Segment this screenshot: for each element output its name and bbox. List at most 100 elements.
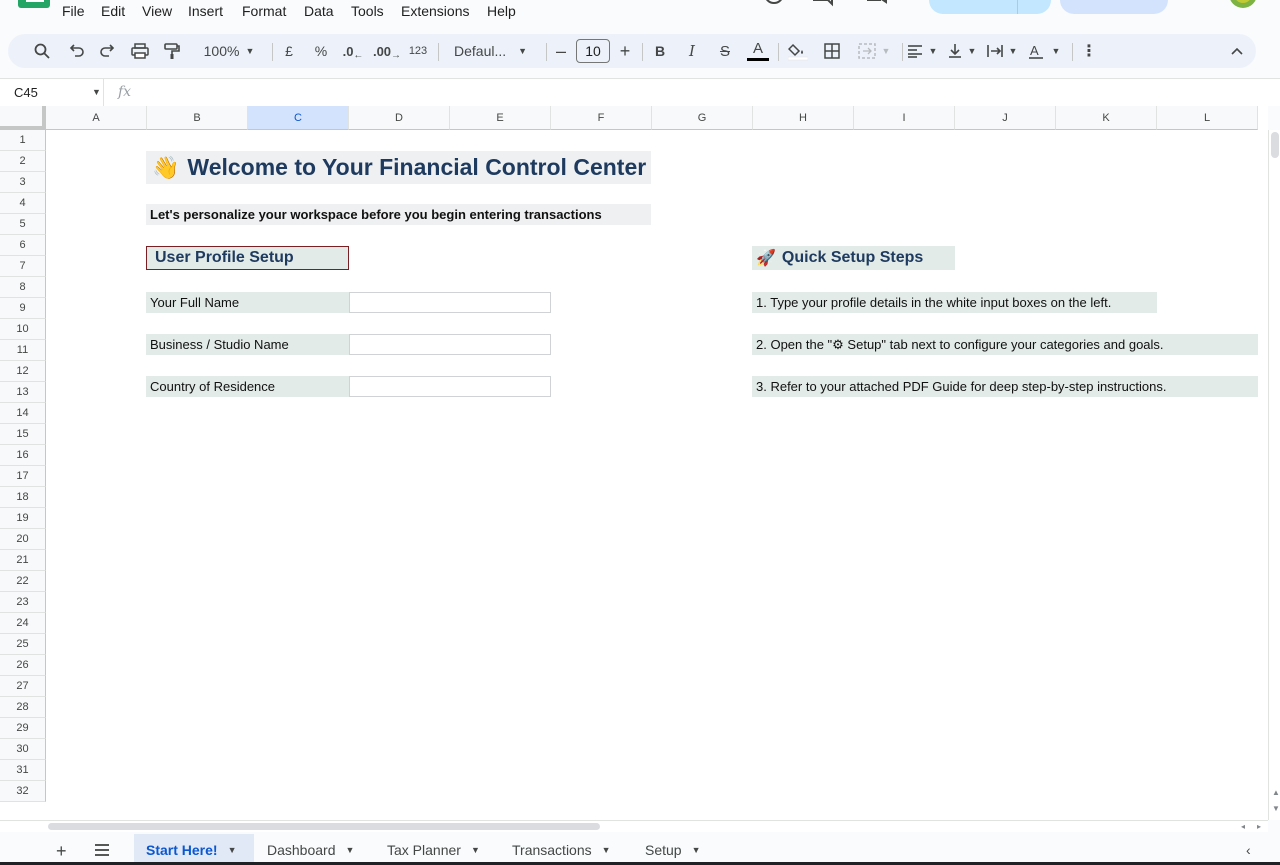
row-header-7[interactable]: 7 (0, 256, 46, 277)
add-sheet-icon[interactable]: + (56, 841, 67, 862)
search-icon[interactable] (30, 34, 54, 68)
row-header-19[interactable]: 19 (0, 508, 46, 529)
menu-help[interactable]: Help (487, 3, 516, 19)
chevron-up-icon[interactable] (1226, 34, 1248, 68)
increase-decimals-button[interactable]: .00 → (372, 34, 402, 68)
comment-icon[interactable] (812, 0, 833, 8)
share-button[interactable] (929, 0, 1051, 14)
increase-font-size-button[interactable]: + (616, 34, 634, 68)
country-input[interactable] (349, 376, 551, 397)
column-header-k[interactable]: K (1056, 106, 1157, 130)
row-header-1[interactable]: 1 (0, 130, 46, 151)
font-size-input[interactable]: 10 (576, 34, 610, 68)
scroll-up-icon[interactable]: ▲ (1272, 788, 1280, 797)
scroll-down-icon[interactable]: ▼ (1272, 804, 1280, 813)
menu-format[interactable]: Format (242, 3, 286, 19)
full-name-label[interactable]: Your Full Name (146, 292, 349, 313)
horizontal-scrollbar[interactable]: ◂ ▸ (0, 820, 1268, 832)
column-header-h[interactable]: H (753, 106, 854, 130)
row-header-21[interactable]: 21 (0, 550, 46, 571)
vertical-scroll-thumb[interactable] (1271, 132, 1279, 158)
row-header-18[interactable]: 18 (0, 487, 46, 508)
row-header-31[interactable]: 31 (0, 760, 46, 781)
row-header-12[interactable]: 12 (0, 361, 46, 382)
row-header-28[interactable]: 28 (0, 697, 46, 718)
row-header-10[interactable]: 10 (0, 319, 46, 340)
setup-step-1[interactable]: 1. Type your profile details in the whit… (752, 292, 1157, 313)
column-header-a[interactable]: A (46, 106, 147, 130)
fill-color-button[interactable] (786, 34, 810, 68)
row-header-27[interactable]: 27 (0, 676, 46, 697)
column-header-i[interactable]: I (854, 106, 955, 130)
menu-extensions[interactable]: Extensions (401, 3, 469, 19)
row-header-9[interactable]: 9 (0, 298, 46, 319)
gem-icon[interactable] (1190, 0, 1210, 8)
chevron-left-icon[interactable]: ‹ (1246, 842, 1251, 858)
spreadsheet-grid[interactable]: 👋 Welcome to Your Financial Control Cent… (0, 106, 1268, 820)
tab-start-here[interactable]: Start Here! ▼ (134, 834, 254, 865)
upgrade-button[interactable] (1060, 0, 1168, 14)
vertical-align-button[interactable]: ▼ (946, 34, 978, 68)
redo-icon[interactable] (96, 34, 120, 68)
column-header-c[interactable]: C (248, 106, 349, 130)
paint-format-icon[interactable] (160, 34, 184, 68)
font-select[interactable]: Defaul... ▼ (448, 34, 536, 68)
business-name-input[interactable] (349, 334, 551, 355)
percent-button[interactable]: % (310, 34, 332, 68)
row-header-13[interactable]: 13 (0, 382, 46, 403)
setup-step-2[interactable]: 2. Open the "⚙ Setup" tab next to config… (752, 334, 1258, 355)
row-header-26[interactable]: 26 (0, 655, 46, 676)
row-header-8[interactable]: 8 (0, 277, 46, 298)
avatar[interactable] (1228, 0, 1258, 10)
text-color-button[interactable]: A (746, 34, 770, 68)
row-header-3[interactable]: 3 (0, 172, 46, 193)
full-name-input[interactable] (349, 292, 551, 313)
bold-button[interactable]: B (650, 34, 670, 68)
menu-view[interactable]: View (142, 3, 172, 19)
scroll-left-icon[interactable]: ◂ (1241, 822, 1245, 831)
column-header-g[interactable]: G (652, 106, 753, 130)
strikethrough-button[interactable]: S (714, 34, 736, 68)
menu-insert[interactable]: Insert (188, 3, 223, 19)
menu-file[interactable]: File (62, 3, 85, 19)
row-header-32[interactable]: 32 (0, 781, 46, 802)
decrease-decimals-button[interactable]: .0 ← (340, 34, 366, 68)
text-rotation-button[interactable]: A ▼ (1026, 34, 1062, 68)
horizontal-scroll-thumb[interactable] (48, 823, 600, 830)
formula-input[interactable] (140, 79, 1280, 106)
page-title[interactable]: 👋 Welcome to Your Financial Control Cent… (146, 151, 651, 184)
row-header-15[interactable]: 15 (0, 424, 46, 445)
more-options-icon[interactable]: ⋮ (1078, 34, 1100, 68)
row-header-20[interactable]: 20 (0, 529, 46, 550)
column-header-j[interactable]: J (955, 106, 1056, 130)
merge-cells-button[interactable]: ▼ (854, 34, 894, 68)
business-name-label[interactable]: Business / Studio Name (146, 334, 349, 355)
borders-icon[interactable] (820, 34, 844, 68)
column-header-e[interactable]: E (450, 106, 551, 130)
more-formats-button[interactable]: 123 (406, 34, 430, 68)
row-header-25[interactable]: 25 (0, 634, 46, 655)
menu-data[interactable]: Data (304, 3, 334, 19)
currency-button[interactable]: £ (278, 34, 300, 68)
row-header-16[interactable]: 16 (0, 445, 46, 466)
setup-step-3[interactable]: 3. Refer to your attached PDF Guide for … (752, 376, 1258, 397)
undo-icon[interactable] (64, 34, 88, 68)
column-header-b[interactable]: B (147, 106, 248, 130)
decrease-font-size-button[interactable]: – (552, 34, 570, 68)
meet-icon[interactable] (866, 0, 887, 8)
row-header-14[interactable]: 14 (0, 403, 46, 424)
select-all-corner[interactable] (0, 106, 46, 130)
profile-section-header[interactable]: User Profile Setup (146, 246, 349, 270)
tab-transactions[interactable]: Transactions ▼ (500, 834, 633, 865)
column-header-d[interactable]: D (349, 106, 450, 130)
zoom-select[interactable]: 100% ▼ (194, 34, 264, 68)
history-icon[interactable] (764, 0, 784, 8)
tab-dashboard[interactable]: Dashboard ▼ (255, 834, 375, 865)
row-header-2[interactable]: 2 (0, 151, 46, 172)
all-sheets-icon[interactable] (94, 843, 110, 862)
column-header-l[interactable]: L (1157, 106, 1258, 130)
country-label[interactable]: Country of Residence (146, 376, 349, 397)
horizontal-align-button[interactable]: ▼ (906, 34, 938, 68)
italic-button[interactable]: I (682, 34, 702, 68)
page-subtitle[interactable]: Let's personalize your workspace before … (146, 204, 651, 225)
